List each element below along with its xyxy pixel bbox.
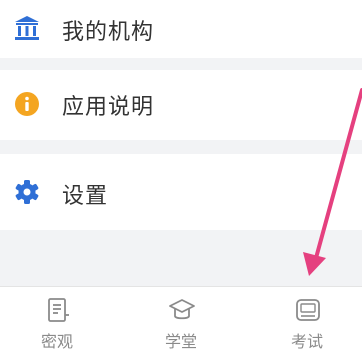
menu-item-label: 设置 [62, 184, 109, 209]
menu-item-label: 我的机构 [62, 20, 155, 45]
tab-label: 学堂 [164, 332, 197, 351]
menu-item-settings[interactable]: 设置 [0, 154, 362, 230]
bottom-tab-bar: 密观 学堂 考试 [0, 286, 362, 354]
exam-icon [296, 299, 320, 321]
menu-item-my-institution[interactable]: 我的机构 [0, 0, 362, 58]
tab-label: 密观 [40, 332, 73, 351]
institution-icon [15, 16, 39, 40]
tab-school[interactable]: 学堂 [131, 287, 231, 354]
tab-secret-view[interactable]: 密观 [7, 287, 107, 354]
document-icon [48, 298, 69, 322]
menu-item-label: 应用说明 [62, 95, 155, 120]
graduation-cap-icon [169, 299, 195, 320]
tab-exam[interactable]: 考试 [257, 287, 357, 354]
info-icon [15, 92, 39, 116]
screen: 我的机构 应用说明 设置 密观 学堂 考试 [0, 0, 362, 354]
menu-item-app-guide[interactable]: 应用说明 [0, 70, 362, 140]
tab-label: 考试 [290, 332, 323, 351]
gear-icon [15, 180, 39, 204]
